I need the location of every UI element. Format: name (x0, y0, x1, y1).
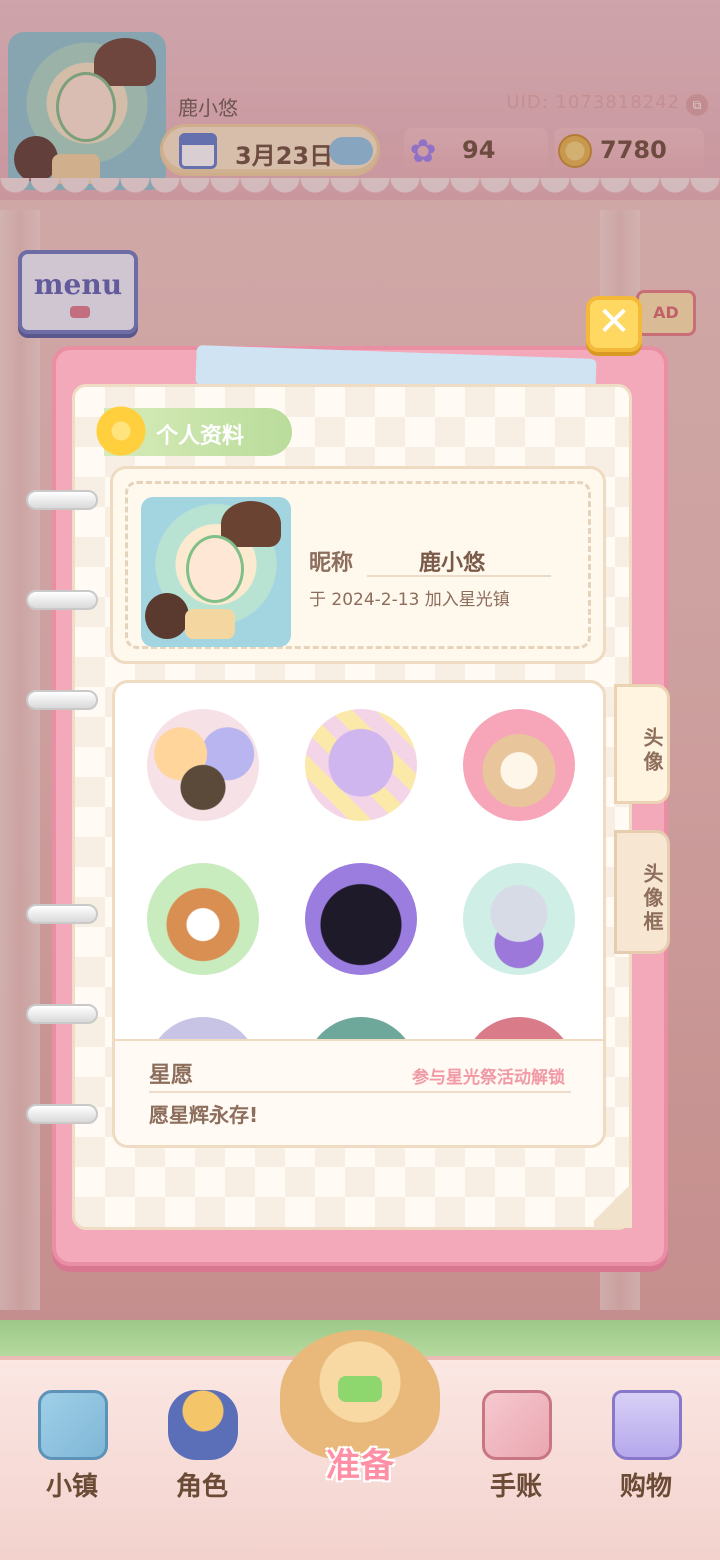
avatar-face (186, 535, 244, 603)
nickname-value[interactable]: 鹿小悠 (419, 545, 485, 577)
avatar-option[interactable] (147, 863, 259, 975)
binder-ring (26, 590, 98, 610)
avatar-option[interactable] (305, 863, 417, 975)
nav-prepare-label: 准备 (326, 1446, 394, 1486)
nickname-label: 昵称 (309, 551, 354, 576)
wish-text: 愿星辉永存! (149, 1103, 259, 1127)
section-header: 个人资料 (96, 406, 292, 456)
nickname-underline (367, 575, 551, 577)
wish-title: 星愿 (149, 1063, 194, 1088)
join-date-text: 于 2024-2-13 加入星光镇 (309, 590, 510, 610)
avatar-bear (145, 593, 189, 639)
nav-town[interactable]: 小镇 (12, 1360, 132, 1510)
nav-journal[interactable]: 手账 (456, 1360, 576, 1510)
nav-journal-label: 手账 (489, 1472, 542, 1502)
binder-ring (26, 904, 98, 924)
tab-avatar[interactable]: 头像 (614, 684, 670, 804)
profile-card: 昵称 鹿小悠 于 2024-2-13 加入星光镇 (110, 466, 606, 664)
profile-avatar[interactable] (141, 497, 291, 647)
flower-icon (96, 406, 146, 456)
wish-underline (149, 1091, 571, 1093)
binder-ring (26, 490, 98, 510)
avatar-cake (185, 609, 235, 639)
wish-unlock-link[interactable]: 参与星光祭活动解锁 (412, 1063, 565, 1088)
map-icon (38, 1390, 108, 1460)
avatar-option[interactable] (147, 709, 259, 821)
binder-ring (26, 690, 98, 710)
avatar-option[interactable] (463, 863, 575, 975)
bow-icon (338, 1376, 382, 1402)
nav-character[interactable]: 角色 (142, 1360, 262, 1510)
journal-icon (482, 1390, 552, 1460)
shopping-bag-icon (612, 1390, 682, 1460)
section-title: 个人资料 (156, 423, 245, 449)
avatar-option[interactable] (305, 709, 417, 821)
tab-avatar-label: 头像 (640, 727, 664, 775)
nav-character-label: 角色 (175, 1472, 228, 1502)
tab-avatar-frame-label: 头像框 (640, 863, 664, 935)
nav-prepare[interactable]: 准备 (250, 1320, 470, 1520)
avatar-grid-panel: 星愿 参与星光祭活动解锁 愿星辉永存! (112, 680, 606, 1148)
page-curl (594, 1176, 632, 1228)
bottom-nav: 小镇 角色 准备 手账 购物 (0, 1330, 720, 1560)
binder-ring (26, 1104, 98, 1124)
nav-town-label: 小镇 (45, 1472, 98, 1502)
binder-ring (26, 1004, 98, 1024)
dress-icon (168, 1390, 238, 1460)
nav-shop-label: 购物 (619, 1472, 672, 1502)
wish-section: 星愿 参与星光祭活动解锁 愿星辉永存! (115, 1041, 603, 1145)
nav-shop[interactable]: 购物 (586, 1360, 706, 1510)
tab-avatar-frame[interactable]: 头像框 (614, 830, 670, 954)
avatar-option[interactable] (463, 709, 575, 821)
close-button[interactable]: ✕ (586, 296, 642, 352)
